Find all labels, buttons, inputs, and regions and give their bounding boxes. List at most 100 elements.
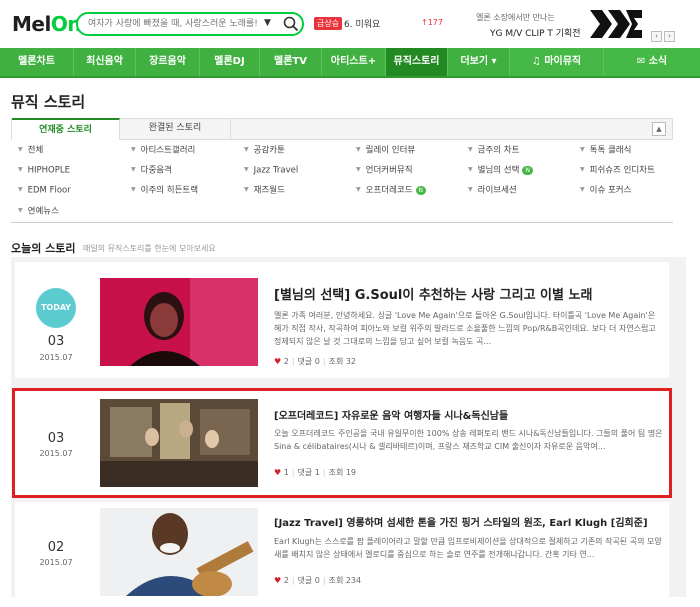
category-item[interactable]: ▼ 이슈 포커스 — [580, 183, 631, 197]
story-day: 02 — [47, 540, 65, 555]
tab-ongoing-stories[interactable]: 연재중 스토리 — [12, 118, 120, 140]
story-title[interactable]: [오프더레코드] 자유로운 음악 여행자들 시나&독신남들 — [274, 407, 508, 422]
category-label: 재즈월드 — [253, 185, 285, 196]
category-label: 릴레이 인터뷰 — [365, 145, 416, 156]
view-count: 조회 32 — [328, 357, 357, 366]
rank-change: ↑177 — [421, 18, 443, 27]
nav-news[interactable]: ✉ 소식 — [604, 48, 700, 76]
nav-latest-music[interactable]: 최신음악 — [74, 48, 136, 76]
caret-icon: ▼ — [468, 186, 473, 193]
story-thumbnail[interactable] — [100, 508, 258, 596]
rising-chart-song[interactable]: 6. 미워요 — [344, 17, 380, 30]
caret-icon: ▼ — [356, 186, 361, 193]
caret-icon: ▼ — [356, 146, 361, 153]
story-thumbnail[interactable] — [100, 399, 258, 487]
category-item[interactable]: ▼ EDM Floor — [18, 183, 71, 197]
today-section-title: 오늘의 스토리 — [11, 242, 76, 255]
category-item[interactable]: ▼ 언더커버뮤직 — [356, 163, 413, 177]
nav-news-label: 소식 — [648, 56, 668, 67]
category-label: Jazz Travel — [253, 165, 299, 176]
nav-melon-tv[interactable]: 멜론TV — [260, 48, 322, 76]
category-item[interactable]: ▼ 별님의 선택 N — [468, 163, 533, 177]
today-badge: TODAY — [36, 288, 76, 328]
search-box: ▼ — [76, 12, 304, 36]
yg-logo-icon[interactable] — [588, 8, 644, 40]
caret-icon: ▼ — [18, 207, 23, 214]
nav-more[interactable]: 더보기 ▾ — [448, 48, 510, 76]
category-item[interactable]: ▼ 릴레이 인터뷰 — [356, 143, 415, 157]
story-title[interactable]: [Jazz Travel] 영롱하며 섬세한 톤을 가진 핑거 스타일의 원조,… — [274, 514, 648, 529]
caret-icon: ▼ — [244, 166, 249, 173]
category-item[interactable]: ▼ 연예뉴스 — [18, 204, 59, 218]
caret-icon: ▼ — [131, 146, 136, 153]
melon-logo[interactable]: MelOn — [12, 12, 82, 36]
nav-genre-music[interactable]: 장르음악 — [136, 48, 200, 76]
heart-icon[interactable]: ♥ — [274, 357, 281, 366]
story-excerpt[interactable]: 멜론 가족 여러분, 안녕하세요. 싱글 'Love Me Again'으로 돌… — [274, 309, 664, 348]
story-item[interactable]: 02 2015.07 [Jazz Travel] 영롱하며 섬세한 톤을 가진 … — [15, 502, 669, 597]
heart-icon[interactable]: ♥ — [274, 468, 281, 477]
category-label: 전체 — [27, 145, 44, 156]
collapse-up-icon[interactable]: ▲ — [652, 122, 666, 136]
category-item[interactable]: ▼ 다중음격 — [131, 163, 172, 177]
nav-melon-chart[interactable]: 멜론차트 — [0, 48, 74, 76]
new-badge: N — [522, 165, 533, 175]
category-label: 별님의 선택 — [477, 165, 520, 176]
category-item[interactable]: ▼ 오프더레코드 N — [356, 183, 427, 197]
story-day: 03 — [47, 431, 65, 446]
meta-divider: | — [291, 468, 295, 477]
category-item[interactable]: ▼ 전체 — [18, 143, 43, 157]
category-item[interactable]: ▼ 공감카툰 — [244, 143, 285, 157]
heart-icon[interactable]: ♥ — [274, 576, 281, 585]
category-item[interactable]: ▼ 피쉬슈즈 인디차트 — [580, 163, 655, 177]
category-label: 공감카툰 — [253, 145, 285, 156]
category-label: 오프더레코드 — [365, 185, 413, 196]
category-item[interactable]: ▼ Jazz Travel — [244, 163, 298, 177]
comment-count[interactable]: 댓글 0 — [298, 576, 320, 585]
category-label: 금주의 차트 — [477, 145, 520, 156]
nav-my-music[interactable]: ♫ 마이뮤직 — [510, 48, 604, 76]
caret-icon: ▼ — [580, 166, 585, 173]
category-label: 언더커버뮤직 — [365, 165, 413, 176]
tab-completed-stories[interactable]: 완결된 스토리 — [120, 118, 231, 140]
promo-subtitle[interactable]: 멜론 소장에서만 만나는 — [476, 12, 555, 23]
search-input[interactable] — [88, 17, 258, 31]
caret-icon: ▼ — [18, 146, 23, 153]
category-item[interactable]: ▼ 라이브세션 — [468, 183, 517, 197]
caret-icon: ▼ — [18, 186, 23, 193]
caret-icon: ▼ — [244, 146, 249, 153]
category-label: HIPHOPLE — [27, 165, 70, 176]
story-item-highlighted[interactable]: 03 2015.07 [오프더레코드] 자유로운 음악 여행자들 시나&독신남들… — [12, 388, 672, 498]
view-count: 조회 19 — [328, 468, 357, 477]
category-label: 이주의 히든트랙 — [140, 185, 199, 196]
category-item[interactable]: ▼ 톡톡 클래식 — [580, 143, 631, 157]
search-dropdown-icon[interactable]: ▼ — [264, 18, 271, 28]
story-excerpt[interactable]: 오늘 오프더레코드 주인공을 국내 유일무이한 100% 상송 레퍼토리 밴드 … — [274, 427, 664, 453]
category-item[interactable]: ▼ 아티스트갤러리 — [131, 143, 195, 157]
nav-artist-plus[interactable]: 아티스트+ — [322, 48, 386, 76]
category-item[interactable]: ▼ 재즈월드 — [244, 183, 285, 197]
category-item[interactable]: ▼ 금주의 차트 — [468, 143, 519, 157]
promo-prev-button[interactable]: ‹ — [651, 31, 662, 42]
story-title[interactable]: [별님의 선택] G.Soul이 추천하는 사랑 그리고 이별 노래 — [274, 284, 592, 303]
megaphone-icon: ✉ — [636, 56, 649, 67]
story-year-month: 2015.07 — [39, 449, 73, 458]
search-icon[interactable] — [282, 15, 300, 33]
story-thumbnail[interactable] — [100, 278, 258, 366]
caret-icon: ▼ — [244, 186, 249, 193]
story-item[interactable]: TODAY 03 2015.07 [별님의 선택] G.Soul이 추천하는 사… — [15, 262, 669, 378]
category-label: 다중음격 — [140, 165, 172, 176]
logo-main: Mel — [12, 12, 51, 36]
story-excerpt[interactable]: Earl Klugh는 스스로를 팝 플레이어라고 말할 만큼 임프로비제이션을… — [274, 535, 664, 561]
category-label: EDM Floor — [27, 185, 71, 196]
comment-count[interactable]: 댓글 0 — [298, 357, 320, 366]
caret-icon: ▼ — [356, 166, 361, 173]
promo-next-button[interactable]: › — [664, 31, 675, 42]
category-item[interactable]: ▼ 이주의 히든트랙 — [131, 183, 198, 197]
nav-melon-dj[interactable]: 멜론DJ — [200, 48, 260, 76]
meta-divider: | — [322, 468, 326, 477]
comment-count[interactable]: 댓글 1 — [298, 468, 320, 477]
promo-title[interactable]: YG M/V CLIP T 기획전 — [490, 26, 581, 39]
category-item[interactable]: ▼ HIPHOPLE — [18, 163, 70, 177]
nav-music-story[interactable]: 뮤직스토리 — [386, 48, 448, 76]
